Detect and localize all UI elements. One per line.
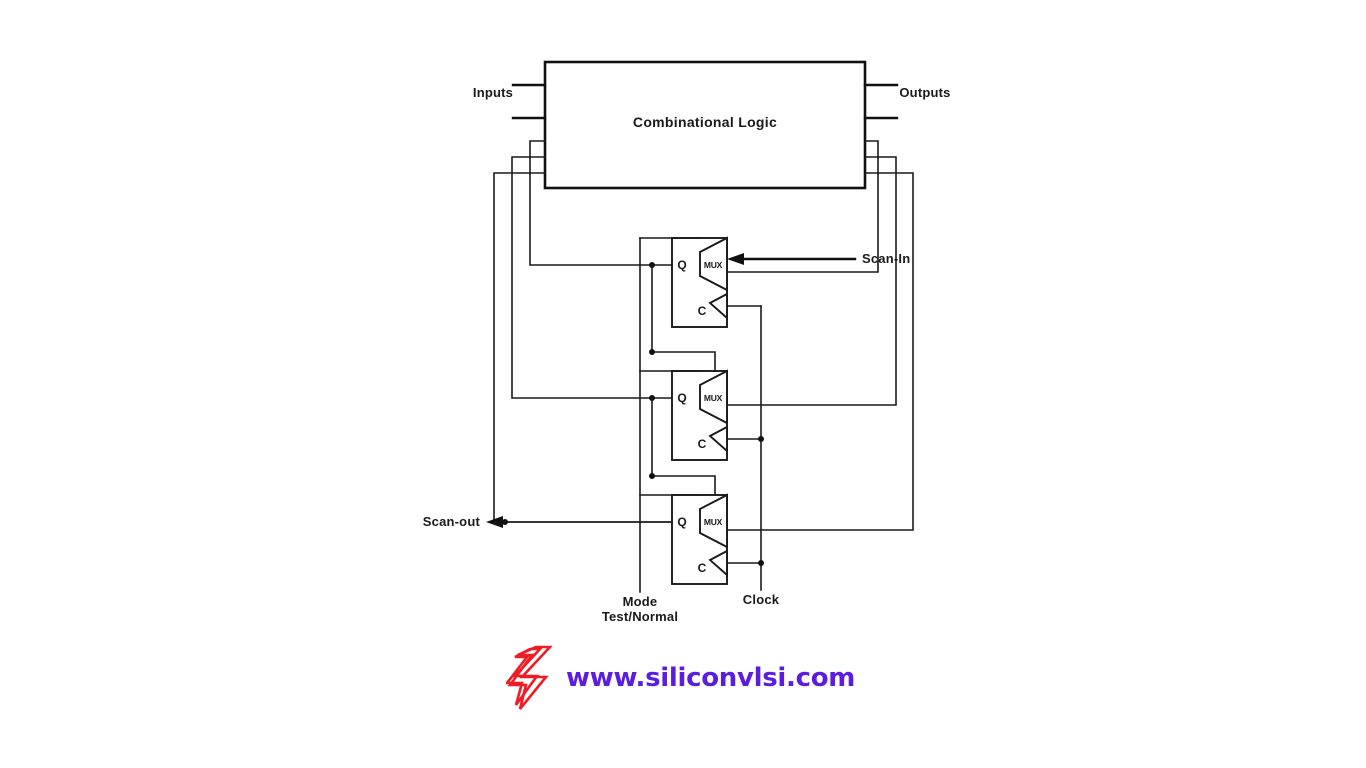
mux-3-label: MUX — [704, 517, 723, 527]
scan-in-label: Scan-In — [862, 251, 910, 266]
siliconvlsi-bolt-logo-icon — [506, 645, 552, 710]
cell-3-q-label: Q — [677, 515, 686, 529]
watermark-url: www.siliconvlsi.com — [566, 663, 856, 693]
cell-3-clk-label: C — [698, 561, 707, 575]
mux-1-label: MUX — [704, 260, 723, 270]
diagram-page: Combinational Logic Inputs Outputs MUX Q — [0, 0, 1366, 768]
junction-dot-clk2 — [758, 436, 764, 442]
mux-2-label: MUX — [704, 393, 723, 403]
inputs-label: Inputs — [473, 85, 513, 100]
feedback-wire-q1 — [529, 140, 673, 266]
clock-label: Clock — [743, 592, 780, 607]
junction-dot-scan1 — [649, 349, 655, 355]
feedback-wire-q3 — [493, 172, 673, 523]
mode-label-line2: Test/Normal — [602, 609, 678, 624]
outputs-label: Outputs — [899, 85, 950, 100]
junction-dot-scanout — [502, 519, 508, 525]
mode-label-line1: Mode — [623, 594, 658, 609]
combinational-logic-label: Combinational Logic — [633, 114, 777, 130]
cell-1-clk-label: C — [698, 304, 707, 318]
scan-out-label: Scan-out — [423, 514, 481, 529]
comblogic-out-to-mux1 — [726, 140, 879, 273]
junction-dot-clk3 — [758, 560, 764, 566]
watermark: www.siliconvlsi.com — [506, 645, 855, 711]
junction-dot-scan2 — [649, 473, 655, 479]
cell-1-q-label: Q — [677, 258, 686, 272]
comblogic-out-to-mux2 — [726, 156, 897, 406]
cell-2-q-label: Q — [677, 391, 686, 405]
feedback-wire-q2 — [511, 156, 673, 399]
cell-2-clk-label: C — [698, 437, 707, 451]
comblogic-out-to-mux3 — [726, 172, 914, 531]
scan-in-arrowhead — [727, 253, 744, 265]
